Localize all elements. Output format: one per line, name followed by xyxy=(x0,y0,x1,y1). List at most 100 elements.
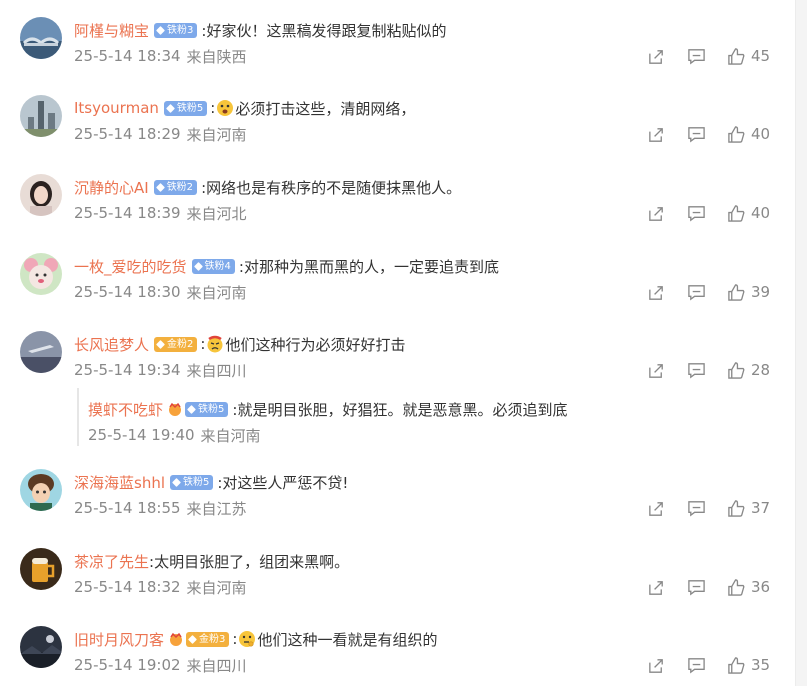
scrollbar[interactable] xyxy=(795,0,807,686)
badge-label: 铁粉5 xyxy=(198,403,225,415)
share-button[interactable] xyxy=(645,281,667,303)
avatar[interactable] xyxy=(20,469,62,511)
reply-button[interactable] xyxy=(685,281,707,303)
fan-badge[interactable]: 铁粉5 xyxy=(170,474,214,490)
share-icon xyxy=(648,285,663,300)
username-link[interactable]: 长风追梦人 xyxy=(74,334,149,355)
thumbs-up-icon xyxy=(725,359,747,381)
city-tower-avatar xyxy=(20,95,62,137)
like-button[interactable]: 40 xyxy=(725,123,770,145)
like-count: 35 xyxy=(751,656,771,674)
thumbs-up-icon xyxy=(725,281,747,303)
reply-button[interactable] xyxy=(685,576,707,598)
comment-text: :对这些人严惩不贷! xyxy=(217,473,349,492)
share-icon xyxy=(648,49,663,64)
comment-location: 来自河南 xyxy=(186,283,247,302)
like-button[interactable]: 40 xyxy=(725,202,770,224)
comment-actions: 40 xyxy=(645,123,770,145)
cartoon-mouse-avatar xyxy=(20,253,62,295)
reply-button[interactable] xyxy=(685,654,707,676)
badge-label: 铁粉2 xyxy=(166,181,194,193)
like-button[interactable]: 37 xyxy=(725,497,770,519)
diamond-icon xyxy=(172,477,181,487)
thinking-face-emoji xyxy=(238,630,256,648)
username-link[interactable]: 阿槿与糊宝 xyxy=(74,20,149,41)
comment-actions: 37 xyxy=(645,497,770,519)
share-button[interactable] xyxy=(645,202,667,224)
reply-button[interactable] xyxy=(685,202,707,224)
like-count: 28 xyxy=(751,361,771,379)
comment-list: 阿槿与糊宝 铁粉3 :好家伙！这黑稿发得跟复制粘贴似的 25-5-14 18:3… xyxy=(0,0,807,686)
badge-label: 铁粉5 xyxy=(183,476,210,488)
fan-badge[interactable]: 铁粉2 xyxy=(153,179,198,195)
reply-button[interactable] xyxy=(685,497,707,519)
like-button[interactable]: 36 xyxy=(725,576,770,598)
share-button[interactable] xyxy=(645,359,667,381)
avatar[interactable] xyxy=(20,174,62,216)
fan-badge[interactable]: 铁粉3 xyxy=(154,22,198,38)
comment-icon xyxy=(687,500,705,516)
anime-boy-avatar xyxy=(20,469,62,511)
share-icon xyxy=(648,658,663,673)
reply-button[interactable] xyxy=(685,123,707,145)
fan-badge[interactable]: 铁粉4 xyxy=(191,258,235,274)
username-link[interactable]: 摸虾不吃虾 xyxy=(88,399,163,420)
fan-badge[interactable]: 金粉2 xyxy=(154,336,198,352)
avatar[interactable] xyxy=(20,253,62,295)
comment-time: 25-5-14 19:40 xyxy=(88,426,195,444)
reply-button[interactable] xyxy=(685,359,707,381)
avatar[interactable] xyxy=(20,331,62,373)
like-button[interactable]: 39 xyxy=(725,281,770,303)
share-button[interactable] xyxy=(645,45,667,67)
like-button[interactable]: 45 xyxy=(725,45,770,67)
share-button[interactable] xyxy=(645,123,667,145)
avatar[interactable] xyxy=(20,626,62,668)
thumbs-up-icon xyxy=(725,654,747,676)
comment-time: 25-5-14 18:39 xyxy=(74,204,181,222)
share-button[interactable] xyxy=(645,497,667,519)
comment-location: 来自河南 xyxy=(186,125,247,144)
comment-icon xyxy=(687,205,705,221)
woman-portrait-avatar xyxy=(20,174,62,216)
avatar[interactable] xyxy=(20,548,62,590)
username-link[interactable]: 沉静的心AI xyxy=(74,177,149,198)
comment-actions: 39 xyxy=(645,281,770,303)
badge-label: 金粉3 xyxy=(199,633,226,645)
like-button[interactable]: 28 xyxy=(725,359,770,381)
sky-plane-avatar xyxy=(20,331,62,373)
badge-label: 铁粉3 xyxy=(167,24,194,36)
like-count: 36 xyxy=(751,578,771,596)
bridge-scenery-avatar xyxy=(20,17,62,59)
like-count: 40 xyxy=(751,204,771,222)
reply-button[interactable] xyxy=(685,45,707,67)
like-button[interactable]: 35 xyxy=(725,654,770,676)
thumbs-up-icon xyxy=(725,123,747,145)
username-link[interactable]: 旧时月风刀客 xyxy=(74,629,164,650)
comment-time: 25-5-14 18:29 xyxy=(74,125,181,143)
avatar[interactable] xyxy=(20,17,62,59)
comment-text: :太明目张胆了，组团来黑啊。 xyxy=(149,552,350,571)
username-link[interactable]: 深海海蓝shhl xyxy=(74,472,165,493)
diamond-icon xyxy=(165,103,175,113)
username-link[interactable]: 茶凉了先生 xyxy=(74,551,149,572)
comment-time: 25-5-14 19:02 xyxy=(74,656,181,674)
like-count: 39 xyxy=(751,283,771,301)
comment-actions: 45 xyxy=(645,45,770,67)
comment-actions: 28 xyxy=(645,359,770,381)
share-button[interactable] xyxy=(645,576,667,598)
comment-time: 25-5-14 18:34 xyxy=(74,47,181,65)
comment-text: :好家伙！这黑稿发得跟复制粘贴似的 xyxy=(201,21,447,40)
angry-face-emoji xyxy=(206,335,224,353)
comment-time: 25-5-14 18:32 xyxy=(74,578,181,596)
thumbs-up-icon xyxy=(725,45,747,67)
fan-badge[interactable]: 铁粉5 xyxy=(163,100,208,116)
comment-actions: 35 xyxy=(645,654,770,676)
username-link[interactable]: 一枚_爱吃的吃货 xyxy=(74,256,187,277)
avatar[interactable] xyxy=(20,95,62,137)
diamond-icon xyxy=(155,182,165,192)
share-button[interactable] xyxy=(645,654,667,676)
username-link[interactable]: Itsyourman xyxy=(74,99,159,117)
fan-badge[interactable]: 金粉3 xyxy=(186,631,230,647)
diamond-icon xyxy=(156,339,165,349)
fan-badge[interactable]: 铁粉5 xyxy=(185,401,229,417)
